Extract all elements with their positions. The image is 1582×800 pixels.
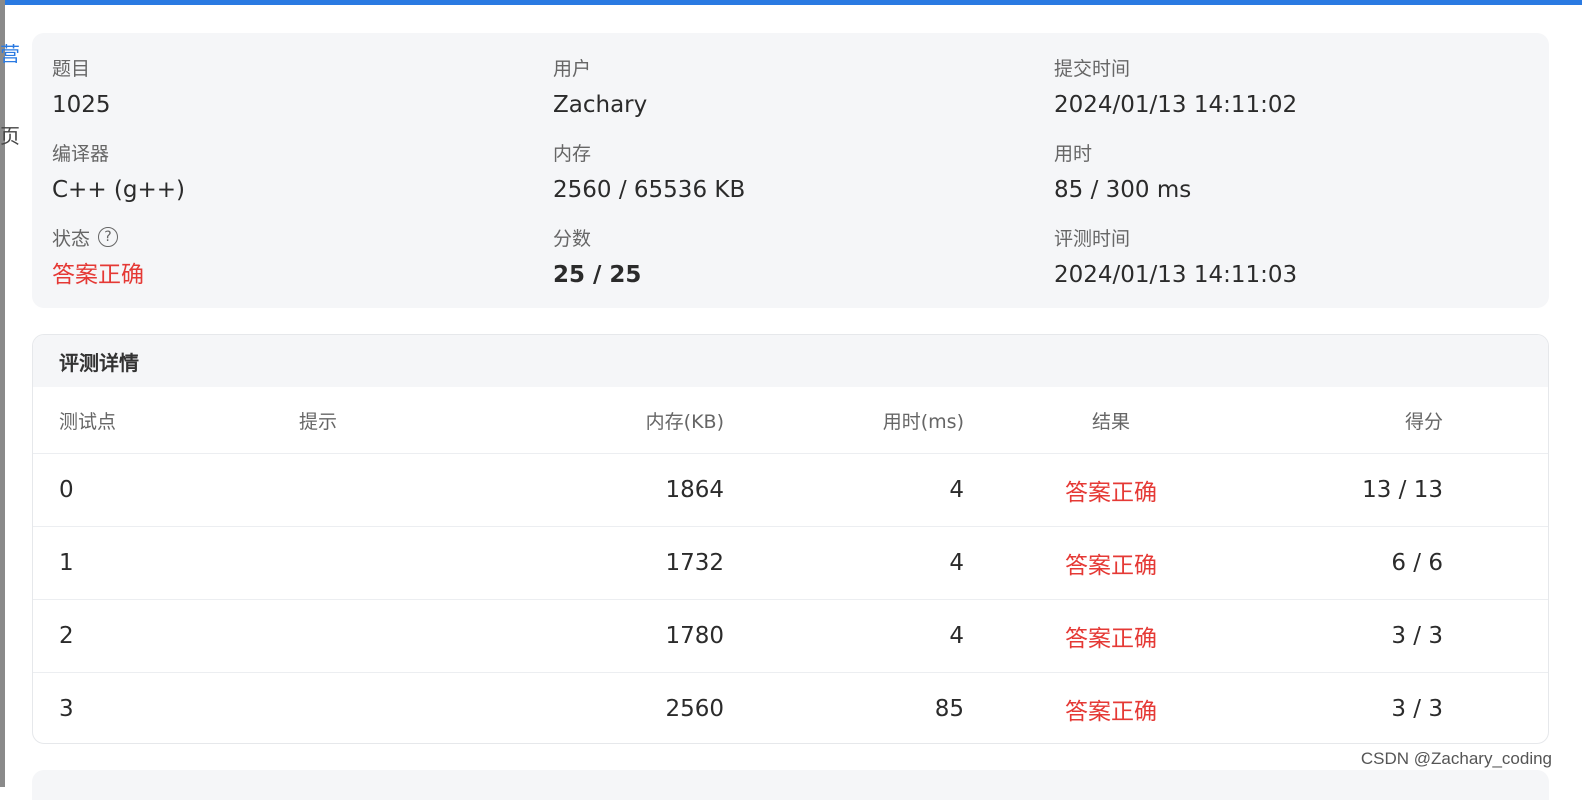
- status-label: 状态: [52, 227, 91, 250]
- status-field: 状态 ? 答案正确: [52, 223, 144, 291]
- table-header-row: 测试点 提示 内存(KB) 用时(ms) 结果 得分: [33, 387, 1548, 453]
- status-value: 答案正确: [52, 262, 144, 288]
- cell-score: 3 / 3: [1391, 696, 1443, 722]
- cell-time: 4: [949, 550, 964, 576]
- cell-time: 4: [949, 477, 964, 503]
- memory-value: 2560 / 65536 KB: [553, 177, 746, 203]
- time-used-value: 85 / 300 ms: [1054, 177, 1192, 203]
- submit-time-label: 提交时间: [1054, 57, 1131, 80]
- cell-point: 1: [59, 550, 74, 576]
- table-row: 3 2560 85 答案正确 3 / 3: [33, 672, 1548, 743]
- compiler-field: 编译器 C++ (g++): [52, 138, 185, 206]
- cell-point: 2: [59, 623, 74, 649]
- table-row: 1 1732 4 答案正确 6 / 6: [33, 526, 1548, 599]
- cell-result: 答案正确: [1065, 553, 1157, 579]
- left-nav-fragment[interactable]: 页: [0, 120, 20, 149]
- top-accent-bar: [0, 0, 1582, 5]
- score-label: 分数: [553, 227, 592, 250]
- cell-point: 3: [59, 696, 74, 722]
- cell-memory: 1864: [665, 477, 724, 503]
- cell-point: 0: [59, 477, 74, 503]
- table-row: 2 1780 4 答案正确 3 / 3: [33, 599, 1548, 672]
- compiler-label: 编译器: [52, 142, 110, 165]
- cell-score: 6 / 6: [1391, 550, 1443, 576]
- cell-time: 4: [949, 623, 964, 649]
- left-window-edge: [0, 0, 5, 787]
- col-header-hint: 提示: [299, 410, 338, 433]
- user-value[interactable]: Zachary: [553, 89, 647, 121]
- cell-result: 答案正确: [1065, 699, 1157, 725]
- score-value: 25 / 25: [553, 262, 642, 288]
- question-circle-icon[interactable]: ?: [98, 227, 119, 247]
- submit-time-value: 2024/01/13 14:11:02: [1054, 92, 1298, 118]
- judge-time-value: 2024/01/13 14:11:03: [1054, 262, 1298, 288]
- memory-label: 内存: [553, 142, 592, 165]
- time-used-field: 用时 85 / 300 ms: [1054, 138, 1191, 206]
- time-used-label: 用时: [1054, 142, 1093, 165]
- col-header-point: 测试点: [59, 410, 117, 433]
- next-panel-edge: [32, 770, 1549, 800]
- table-row: 0 1864 4 答案正确 13 / 13: [33, 453, 1548, 526]
- cell-score: 3 / 3: [1391, 623, 1443, 649]
- cell-result: 答案正确: [1065, 626, 1157, 652]
- user-label: 用户: [553, 57, 592, 80]
- score-field: 分数 25 / 25: [553, 223, 641, 291]
- judge-details-title: 评测详情: [33, 335, 1548, 387]
- compiler-value: C++ (g++): [52, 177, 186, 203]
- cell-memory: 1780: [665, 623, 724, 649]
- cell-score: 13 / 13: [1362, 477, 1443, 503]
- col-header-result: 结果: [1091, 410, 1130, 433]
- submit-time-field: 提交时间 2024/01/13 14:11:02: [1054, 53, 1297, 121]
- user-field: 用户 Zachary: [553, 53, 647, 121]
- left-nav-fragment[interactable]: 营: [0, 38, 20, 67]
- judge-time-field: 评测时间 2024/01/13 14:11:03: [1054, 223, 1297, 291]
- col-header-memory: 内存(KB): [645, 410, 724, 433]
- cell-result: 答案正确: [1065, 480, 1157, 506]
- problem-value[interactable]: 1025: [52, 89, 111, 121]
- watermark-text: CSDN @Zachary_coding: [1360, 749, 1552, 768]
- problem-field: 题目 1025: [52, 53, 111, 121]
- memory-field: 内存 2560 / 65536 KB: [553, 138, 745, 206]
- col-header-score: 得分: [1404, 410, 1443, 433]
- cell-time: 85: [934, 696, 964, 722]
- problem-label: 题目: [52, 57, 91, 80]
- cell-memory: 1732: [665, 550, 724, 576]
- judge-time-label: 评测时间: [1054, 227, 1131, 250]
- col-header-time: 用时(ms): [882, 410, 964, 433]
- submission-summary-panel: 题目 1025 用户 Zachary 提交时间 2024/01/13 14:11…: [32, 33, 1549, 308]
- cell-memory: 2560: [665, 696, 724, 722]
- judge-details-panel: 评测详情 测试点 提示 内存(KB) 用时(ms) 结果 得分 0 1864 4…: [32, 334, 1549, 744]
